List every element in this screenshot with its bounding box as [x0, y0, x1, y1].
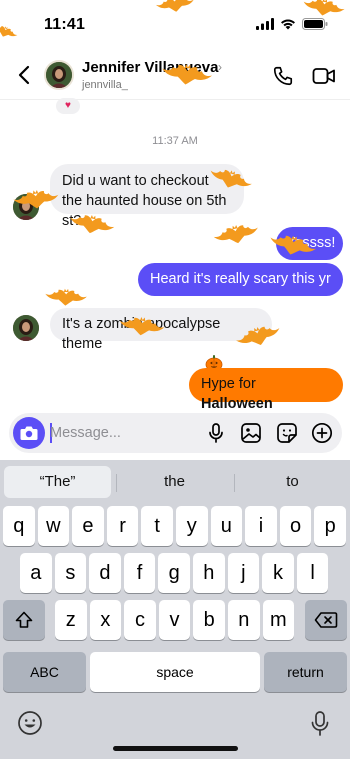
status-icons — [256, 18, 328, 30]
shift-key[interactable] — [3, 600, 45, 640]
message-text: Hype for — [201, 376, 256, 392]
sticker-icon[interactable] — [276, 422, 298, 444]
message-input[interactable] — [50, 423, 200, 443]
chevron-right-icon[interactable]: › — [218, 60, 222, 74]
suggestion-item[interactable]: “The” — [4, 466, 111, 498]
chevron-left-icon[interactable] — [14, 64, 36, 86]
image-icon[interactable] — [240, 422, 262, 444]
dictation-microphone-icon[interactable] — [309, 710, 331, 738]
shift-icon — [15, 611, 33, 628]
delete-key[interactable] — [305, 600, 347, 640]
key-z[interactable]: z — [55, 600, 87, 640]
suggestion-divider — [116, 474, 117, 492]
key-r[interactable]: r — [106, 506, 139, 546]
suggestion-item[interactable]: to — [239, 466, 346, 498]
add-icon[interactable] — [311, 422, 333, 444]
key-d[interactable]: d — [89, 553, 121, 593]
key-c[interactable]: c — [124, 600, 156, 640]
video-camera-icon[interactable] — [312, 65, 336, 87]
key-k[interactable]: k — [262, 553, 294, 593]
contact-name[interactable]: Jennifer Villanueva — [82, 59, 218, 76]
suggestion-item[interactable]: the — [121, 466, 228, 498]
message-timestamp: 11:37 AM — [152, 135, 198, 147]
key-b[interactable]: b — [193, 600, 225, 640]
message-bubble-received[interactable]: It's a zombie apocalypse theme — [50, 308, 272, 352]
key-y[interactable]: y — [176, 506, 208, 546]
contact-avatar[interactable] — [44, 60, 74, 90]
key-x[interactable]: x — [89, 600, 122, 640]
key-q[interactable]: q — [3, 506, 35, 546]
return-key[interactable]: return — [264, 652, 347, 692]
backspace-icon — [314, 612, 338, 628]
camera-icon — [20, 426, 38, 440]
key-a[interactable]: a — [20, 553, 52, 593]
key-j[interactable]: j — [227, 553, 260, 593]
chat-header: Jennifer Villanueva › jennvilla_ — [0, 50, 350, 100]
bat-icon — [213, 225, 258, 244]
message-bubble-halloween[interactable]: Hype for Halloween — [189, 368, 343, 412]
wifi-icon — [281, 19, 295, 30]
camera-button[interactable] — [13, 417, 45, 449]
key-g[interactable]: g — [158, 553, 190, 593]
key-s[interactable]: s — [54, 553, 87, 593]
microphone-icon[interactable] — [205, 422, 227, 444]
key-t[interactable]: t — [141, 506, 173, 546]
space-key[interactable]: space — [90, 652, 260, 692]
suggestion-bar: “The” the to — [0, 460, 350, 502]
status-bar: 11:41 — [0, 0, 350, 50]
key-o[interactable]: o — [279, 506, 312, 546]
key-i[interactable]: i — [245, 506, 277, 546]
key-h[interactable]: h — [193, 553, 225, 593]
contact-avatar-small[interactable] — [13, 315, 39, 341]
message-text-bold: Halloween — [201, 396, 273, 412]
contact-username: jennvilla_ — [82, 79, 128, 91]
key-e[interactable]: e — [72, 506, 104, 546]
message-bubble-received[interactable]: Did u want to checkout the haunted house… — [50, 164, 244, 229]
home-indicator — [113, 746, 238, 751]
key-u[interactable]: u — [210, 506, 243, 546]
suggestion-divider — [234, 474, 235, 492]
key-p[interactable]: p — [314, 506, 346, 546]
message-composer — [9, 413, 342, 453]
heart-reaction[interactable]: ♥ — [56, 98, 80, 114]
phone-icon[interactable] — [272, 65, 294, 87]
key-l[interactable]: l — [296, 553, 329, 593]
signal-icon — [256, 18, 274, 30]
contact-avatar-small[interactable] — [13, 194, 39, 220]
bat-icon — [45, 288, 87, 306]
key-m[interactable]: m — [262, 600, 295, 640]
keyboard: “The” the to qwertyuiopasdfghjklzxcvbnm … — [0, 460, 350, 759]
emoji-icon[interactable] — [17, 710, 43, 736]
key-n[interactable]: n — [228, 600, 260, 640]
status-time: 11:41 — [44, 16, 86, 33]
key-v[interactable]: v — [158, 600, 191, 640]
key-w[interactable]: w — [37, 506, 70, 546]
message-bubble-sent[interactable]: Yessss! — [276, 227, 343, 260]
message-bubble-sent[interactable]: Heard it's really scary this yr — [138, 263, 343, 296]
battery-icon — [302, 18, 328, 30]
key-f[interactable]: f — [123, 553, 156, 593]
abc-key[interactable]: ABC — [3, 652, 86, 692]
